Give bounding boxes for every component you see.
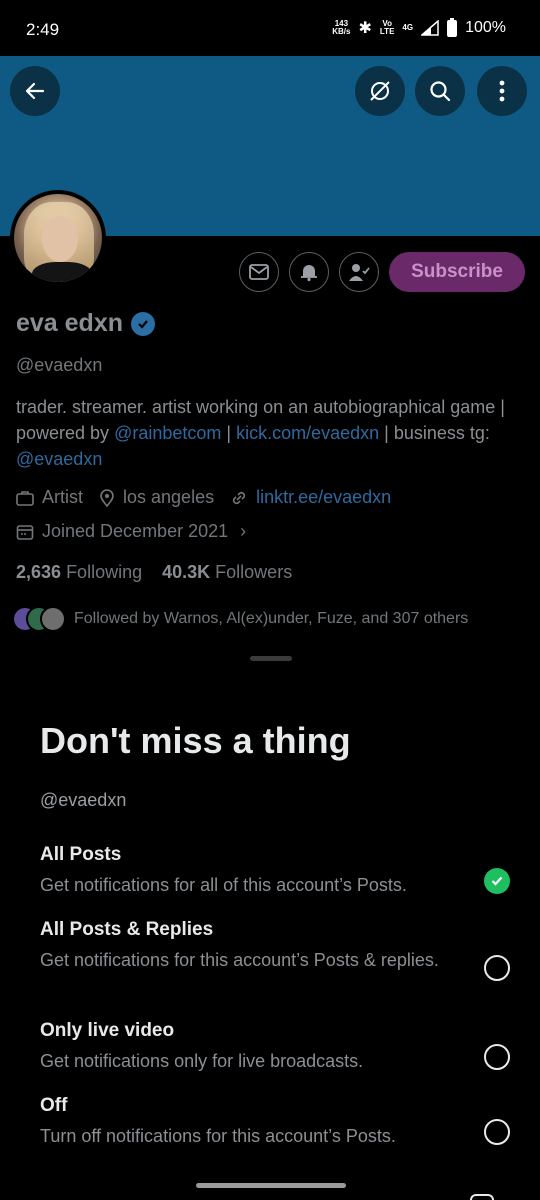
followed-by-text: Followed by Warnos, Al(ex)under, Fuze, a… <box>74 610 469 627</box>
signal-icon <box>421 20 439 36</box>
net-speed: 143 KB/s <box>332 19 351 36</box>
profile-joined: Joined December 2021 <box>42 521 229 541</box>
radio-all-posts-replies[interactable] <box>484 955 510 981</box>
subscribe-button[interactable]: Subscribe <box>389 252 525 292</box>
following-button[interactable] <box>339 252 379 292</box>
link-icon <box>233 491 246 504</box>
sheet-title: Don't miss a thing <box>40 720 351 761</box>
profile-stats: 2,636 Following 40.3K Followers <box>16 562 292 583</box>
followers-stat[interactable]: 40.3K Followers <box>162 562 292 583</box>
bell-icon <box>301 265 317 282</box>
status-time: 2:49 <box>26 20 60 39</box>
location-pin-icon <box>100 488 114 507</box>
profile-avatar[interactable] <box>10 190 106 286</box>
option-all-posts-replies[interactable]: All Posts & Replies Get notifications fo… <box>40 919 520 973</box>
profile-bio: trader. streamer. artist working on an a… <box>16 397 505 469</box>
sheet-grabber[interactable] <box>250 656 292 661</box>
user-check-icon <box>349 264 370 281</box>
bio-link-tg[interactable]: @evaedxn <box>16 449 102 469</box>
status-icons: 143 KB/s ✱ Vo LTE 4G 100% <box>332 17 506 38</box>
battery-icon <box>447 17 458 37</box>
battery-level: 100% <box>465 19 506 36</box>
home-indicator[interactable] <box>196 1183 346 1188</box>
followed-by-row[interactable]: Followed by Warnos, Al(ex)under, Fuze, a… <box>12 606 468 632</box>
radio-off[interactable] <box>484 1119 510 1145</box>
profile-joined-row[interactable]: Joined December 2021 › <box>16 521 246 542</box>
back-button[interactable] <box>10 66 60 116</box>
profile-meta-row: Artist los angeles linktr.ee/evaedxn <box>16 487 391 508</box>
profile-category: Artist <box>42 487 84 507</box>
bluetooth-icon: ✱ <box>358 20 372 37</box>
follower-avatar <box>40 606 66 632</box>
search-icon <box>430 81 451 102</box>
briefcase-icon <box>16 490 34 506</box>
following-stat[interactable]: 2,636 Following <box>16 562 142 583</box>
volte-icon: Vo LTE <box>379 19 395 36</box>
verified-badge-icon <box>131 311 156 336</box>
notification-settings-sheet: Don't miss a thing @evaedxn All Posts Ge… <box>0 648 540 1200</box>
network-type: 4G <box>402 23 414 32</box>
sheet-handle: @evaedxn <box>40 790 127 810</box>
calendar-icon <box>16 524 34 540</box>
checkmark-icon <box>491 876 503 886</box>
profile-handle: @evaedxn <box>16 355 103 375</box>
next-option-peek <box>470 1194 494 1200</box>
option-off[interactable]: Off Turn off notifications for this acco… <box>40 1095 520 1149</box>
chevron-right-icon: › <box>240 521 247 541</box>
option-only-live-video[interactable]: Only live video Get notifications only f… <box>40 1020 520 1074</box>
radio-only-live-video[interactable] <box>484 1044 510 1070</box>
mail-icon <box>249 264 269 280</box>
status-bar: 2:49 143 KB/s ✱ Vo LTE 4G 100% <box>0 0 540 56</box>
profile-name: eva edxn <box>16 309 156 338</box>
more-options-button[interactable] <box>477 66 527 116</box>
more-vertical-icon <box>499 80 505 102</box>
radio-all-posts[interactable] <box>484 868 510 894</box>
option-all-posts[interactable]: All Posts Get notifications for all of t… <box>40 844 520 898</box>
bio-link-rainbet[interactable]: @rainbetcom <box>114 423 221 443</box>
profile-website-link[interactable]: linktr.ee/evaedxn <box>256 487 391 508</box>
notifications-button[interactable] <box>289 252 329 292</box>
grok-icon <box>370 81 390 101</box>
message-button[interactable] <box>239 252 279 292</box>
bio-link-kick[interactable]: kick.com/evaedxn <box>236 423 379 443</box>
grok-button[interactable] <box>355 66 405 116</box>
profile-location: los angeles <box>123 487 215 507</box>
back-arrow-icon <box>25 82 45 100</box>
search-button[interactable] <box>415 66 465 116</box>
